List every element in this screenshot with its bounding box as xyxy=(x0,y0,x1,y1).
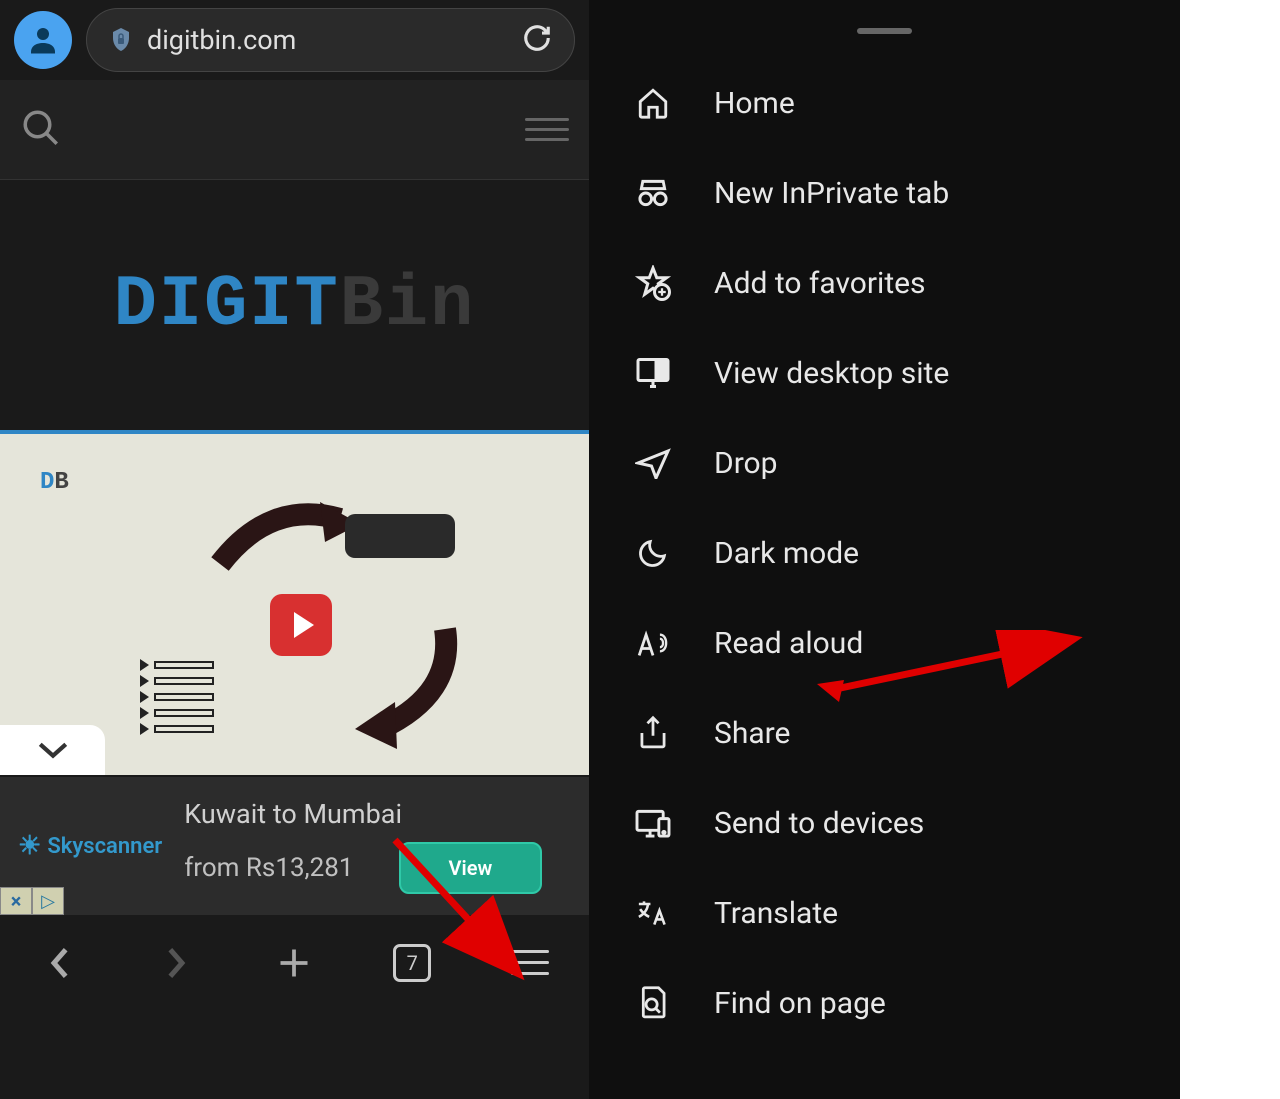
find-icon xyxy=(634,984,672,1022)
menu-item-favorites[interactable]: Add to favorites xyxy=(589,238,1180,328)
menu-label: Add to favorites xyxy=(714,266,926,301)
dark-box-icon xyxy=(345,514,455,558)
menu-item-desktop[interactable]: View desktop site xyxy=(589,328,1180,418)
readaloud-icon xyxy=(634,624,672,662)
menu-item-darkmode[interactable]: Dark mode xyxy=(589,508,1180,598)
menu-item-home[interactable]: Home xyxy=(589,58,1180,148)
ad-controls: × ▷ xyxy=(0,887,64,915)
share-icon xyxy=(634,714,672,752)
menu-label: Share xyxy=(714,716,790,751)
browser-menu-button[interactable] xyxy=(505,950,555,975)
menu-label: View desktop site xyxy=(714,356,949,391)
send-icon xyxy=(634,444,672,482)
ad-close-icon[interactable]: × xyxy=(0,887,32,915)
home-icon xyxy=(634,84,672,122)
list-icon xyxy=(140,659,214,739)
moon-icon xyxy=(634,534,672,572)
site-logo-area: DIGITBin xyxy=(0,180,589,430)
star-icon xyxy=(634,264,672,302)
menu-label: New InPrivate tab xyxy=(714,176,949,211)
devices-icon xyxy=(634,804,672,842)
menu-item-share[interactable]: Share xyxy=(589,688,1180,778)
menu-item-senddevices[interactable]: Send to devices xyxy=(589,778,1180,868)
menu-label: Dark mode xyxy=(714,536,859,571)
browser-pane: digitbin.com DIGITBin DB xyxy=(0,0,589,1099)
chevron-down-icon xyxy=(36,740,70,760)
new-tab-button[interactable] xyxy=(269,945,319,981)
menu-list: Home New InPrivate tab xyxy=(589,58,1180,1048)
site-header xyxy=(0,80,589,180)
menu-label: Drop xyxy=(714,446,778,481)
menu-label: Send to devices xyxy=(714,806,924,841)
person-icon xyxy=(25,22,61,58)
content-graphic xyxy=(125,494,465,754)
ad-title: Kuwait to Mumbai xyxy=(184,798,571,830)
address-bar[interactable]: digitbin.com xyxy=(86,8,575,72)
menu-label: Read aloud xyxy=(714,626,863,661)
menu-item-readaloud[interactable]: Read aloud xyxy=(589,598,1180,688)
menu-item-translate[interactable]: Translate xyxy=(589,868,1180,958)
ad-brand: ☀ Skyscanner xyxy=(18,831,162,861)
whitespace xyxy=(1180,0,1280,1099)
arrow-bottom-icon xyxy=(325,614,465,754)
ad-banner[interactable]: ☀ Skyscanner Kuwait to Mumbai from Rs13,… xyxy=(0,775,589,915)
translate-icon xyxy=(634,894,672,932)
inprivate-icon xyxy=(634,174,672,212)
browser-bottom-nav: 7 xyxy=(0,915,589,1010)
site-menu-icon[interactable] xyxy=(525,118,569,141)
menu-item-inprivate[interactable]: New InPrivate tab xyxy=(589,148,1180,238)
db-badge: DB xyxy=(40,469,69,496)
url-text: digitbin.com xyxy=(147,24,508,56)
ad-price: from Rs13,281 xyxy=(184,853,353,883)
ad-info-icon[interactable]: ▷ xyxy=(32,887,64,915)
tab-count: 7 xyxy=(393,944,431,982)
forward-button[interactable] xyxy=(152,946,202,980)
lock-icon xyxy=(109,26,133,54)
collapse-tab[interactable] xyxy=(0,725,105,775)
sun-icon: ☀ xyxy=(18,831,41,861)
content-area: DB xyxy=(0,430,589,775)
search-icon[interactable] xyxy=(20,107,62,153)
ad-view-button[interactable]: View xyxy=(399,842,543,894)
profile-avatar[interactable] xyxy=(14,11,72,69)
refresh-icon[interactable] xyxy=(522,23,552,57)
menu-item-findpage[interactable]: Find on page xyxy=(589,958,1180,1048)
play-button-icon[interactable] xyxy=(270,594,332,656)
tabs-button[interactable]: 7 xyxy=(387,944,437,982)
desktop-icon xyxy=(634,354,672,392)
drag-handle[interactable] xyxy=(857,28,912,34)
site-logo: DIGITBin xyxy=(114,264,476,346)
menu-label: Find on page xyxy=(714,986,886,1021)
menu-item-drop[interactable]: Drop xyxy=(589,418,1180,508)
hamburger-icon xyxy=(511,950,549,975)
browser-top-bar: digitbin.com xyxy=(0,0,589,80)
menu-label: Translate xyxy=(714,896,838,931)
menu-label: Home xyxy=(714,86,795,121)
browser-menu-panel: Home New InPrivate tab xyxy=(589,0,1180,1099)
back-button[interactable] xyxy=(34,946,84,980)
